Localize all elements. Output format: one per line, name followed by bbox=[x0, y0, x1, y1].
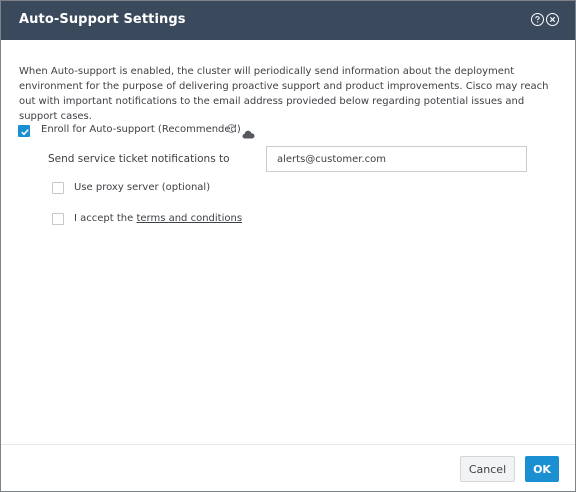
info-icon[interactable]: i bbox=[227, 124, 236, 133]
notification-label: Send service ticket notifications to bbox=[48, 153, 230, 165]
cancel-button[interactable]: Cancel bbox=[460, 456, 515, 482]
enroll-label: Enroll for Auto-support (Recommended) bbox=[41, 124, 241, 135]
enroll-checkbox[interactable] bbox=[18, 125, 30, 137]
terms-checkbox[interactable] bbox=[52, 213, 64, 225]
help-icon[interactable] bbox=[531, 13, 544, 26]
close-icon[interactable] bbox=[546, 13, 559, 26]
cloud-icon bbox=[242, 124, 255, 143]
terms-and-conditions-link[interactable]: terms and conditions bbox=[136, 213, 242, 224]
proxy-checkbox[interactable] bbox=[52, 182, 64, 194]
footer-divider bbox=[1, 444, 575, 445]
auto-support-description: When Auto-support is enabled, the cluste… bbox=[19, 66, 549, 122]
auto-support-dialog: Auto-Support Settings When Auto-support … bbox=[0, 0, 576, 492]
terms-label: I accept the terms and conditions bbox=[74, 213, 242, 224]
terms-label-prefix: I accept the bbox=[74, 213, 134, 224]
notification-email-input[interactable] bbox=[266, 146, 527, 172]
dialog-title: Auto-Support Settings bbox=[19, 12, 186, 27]
dialog-header: Auto-Support Settings bbox=[1, 1, 575, 40]
ok-button[interactable]: OK bbox=[525, 456, 559, 482]
proxy-label: Use proxy server (optional) bbox=[74, 182, 211, 193]
